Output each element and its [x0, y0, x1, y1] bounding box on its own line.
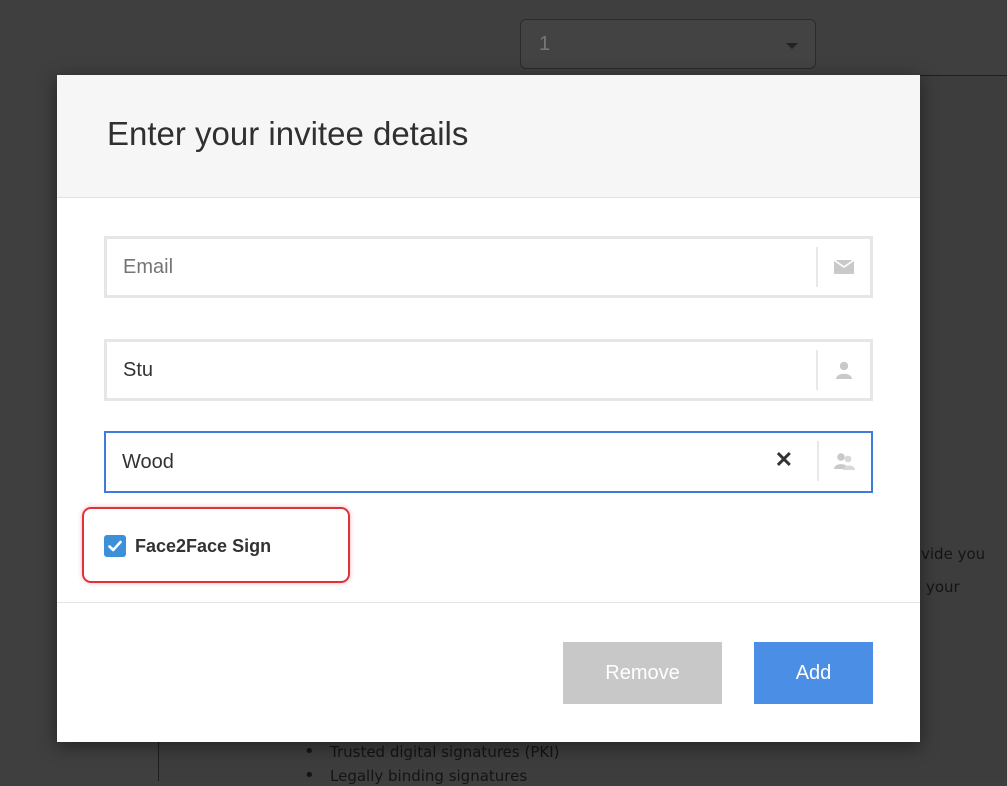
users-icon: [834, 453, 855, 470]
footer-divider: [57, 602, 920, 603]
email-input[interactable]: [123, 239, 723, 295]
background-bullet: Trusted digital signatures (PKI): [304, 741, 560, 762]
email-field: [104, 236, 873, 298]
page-select-value: 1: [539, 33, 551, 55]
page-select: 1: [520, 19, 816, 69]
last-name-input[interactable]: [122, 433, 722, 491]
background-text: your: [926, 578, 960, 596]
first-name-addon: [816, 350, 870, 390]
face2face-option: Face2Face Sign: [104, 535, 271, 557]
add-button[interactable]: Add: [754, 642, 873, 704]
envelope-icon: [834, 260, 854, 274]
background-bullet: Legally binding signatures: [304, 765, 527, 786]
dialog-title: Enter your invitee details: [107, 115, 469, 152]
invitee-dialog: Enter your invitee details ✕: [57, 75, 920, 742]
caret-down-icon: [786, 43, 798, 49]
face2face-label[interactable]: Face2Face Sign: [135, 536, 271, 557]
last-name-field: ✕: [104, 431, 873, 493]
background-text: vide you: [921, 545, 986, 563]
clear-icon[interactable]: ✕: [775, 447, 793, 473]
remove-button[interactable]: Remove: [563, 642, 722, 704]
email-addon: [816, 247, 870, 287]
first-name-field: [104, 339, 873, 401]
first-name-input[interactable]: [123, 342, 723, 398]
face2face-checkbox[interactable]: [104, 535, 126, 557]
check-icon: [108, 540, 122, 552]
user-icon: [836, 361, 852, 379]
dialog-header: Enter your invitee details: [57, 75, 920, 198]
last-name-addon: [817, 441, 871, 481]
